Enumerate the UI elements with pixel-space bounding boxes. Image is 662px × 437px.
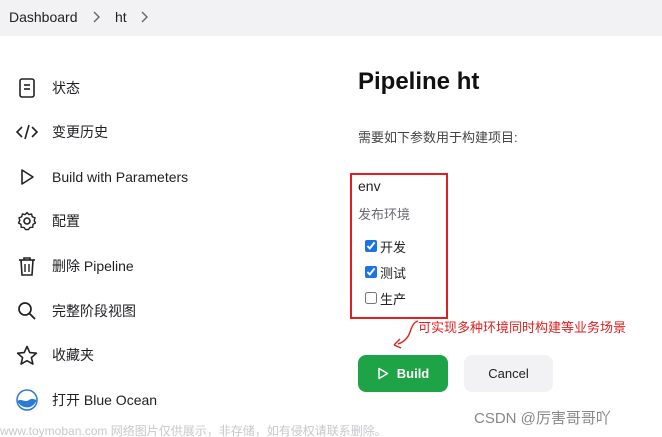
play-icon (378, 367, 388, 380)
parameter-name: env (358, 178, 381, 194)
page-title: Pipeline ht (358, 68, 480, 95)
star-icon (16, 344, 38, 366)
option-label: 生产 (380, 291, 407, 307)
sidebar-item-blue-ocean[interactable]: 打开 Blue Ocean (16, 385, 246, 415)
checkbox-prod[interactable] (365, 292, 377, 304)
code-icon (16, 121, 38, 143)
sidebar-item-label: 打开 Blue Ocean (52, 392, 158, 408)
build-label: Build (396, 366, 430, 381)
cancel-label: Cancel (488, 366, 529, 381)
sidebar-item-label: 配置 (52, 213, 80, 229)
annotation-arrow-icon (393, 320, 419, 349)
option-label: 开发 (380, 239, 407, 255)
play-icon (16, 166, 38, 188)
sidebar-item-configure[interactable]: 配置 (16, 206, 246, 236)
sidebar-item-label: 完整阶段视图 (52, 303, 136, 319)
sidebar-item-delete-pipeline[interactable]: 删除 Pipeline (16, 251, 246, 281)
option-test[interactable]: 测试 (365, 263, 406, 281)
checkbox-dev[interactable] (365, 240, 377, 252)
sidebar-item-label: Build with Parameters (52, 169, 189, 185)
trash-icon (16, 255, 38, 277)
sidebar-item-changes[interactable]: 变更历史 (16, 117, 246, 147)
sidebar-item-label: 状态 (52, 80, 80, 96)
option-dev[interactable]: 开发 (365, 237, 406, 255)
breadcrumb-ht[interactable]: ht (115, 9, 127, 25)
blue-ocean-icon (16, 389, 38, 411)
breadcrumb-dashboard[interactable]: Dashboard (9, 9, 78, 25)
sidebar-item-label: 删除 Pipeline (52, 258, 134, 274)
chevron-right-icon[interactable] (138, 10, 150, 24)
document-icon (16, 77, 38, 99)
breadcrumb: Dashboard ht (0, 0, 662, 36)
sidebar-item-label: 收藏夹 (52, 347, 94, 363)
parameter-description: 发布环境 (358, 207, 411, 222)
option-label: 测试 (380, 265, 407, 281)
sidebar-item-label: 变更历史 (52, 124, 108, 140)
sidebar-item-full-stage-view[interactable]: 完整阶段视图 (16, 296, 246, 326)
search-icon (16, 300, 38, 322)
cancel-button[interactable]: Cancel (464, 355, 553, 392)
page-description: 需要如下参数用于构建项目: (358, 130, 518, 145)
sidebar-item-build-with-parameters[interactable]: Build with Parameters (16, 162, 246, 192)
csdn-credit: CSDN @厉害哥哥吖 (474, 410, 611, 427)
gear-icon (16, 210, 38, 232)
checkbox-test[interactable] (365, 266, 377, 278)
build-button[interactable]: Build (358, 355, 448, 392)
sidebar-item-favorites[interactable]: 收藏夹 (16, 340, 246, 370)
sidebar-item-status[interactable]: 状态 (16, 73, 246, 103)
annotation-text: 可实现多种环境同时构建等业务场景 (418, 320, 627, 335)
watermark: www.toymoban.com 网络图片仅供展示，非存储，如有侵权请联系删除。 (0, 424, 387, 437)
option-prod[interactable]: 生产 (365, 289, 406, 307)
chevron-right-icon (93, 11, 100, 23)
